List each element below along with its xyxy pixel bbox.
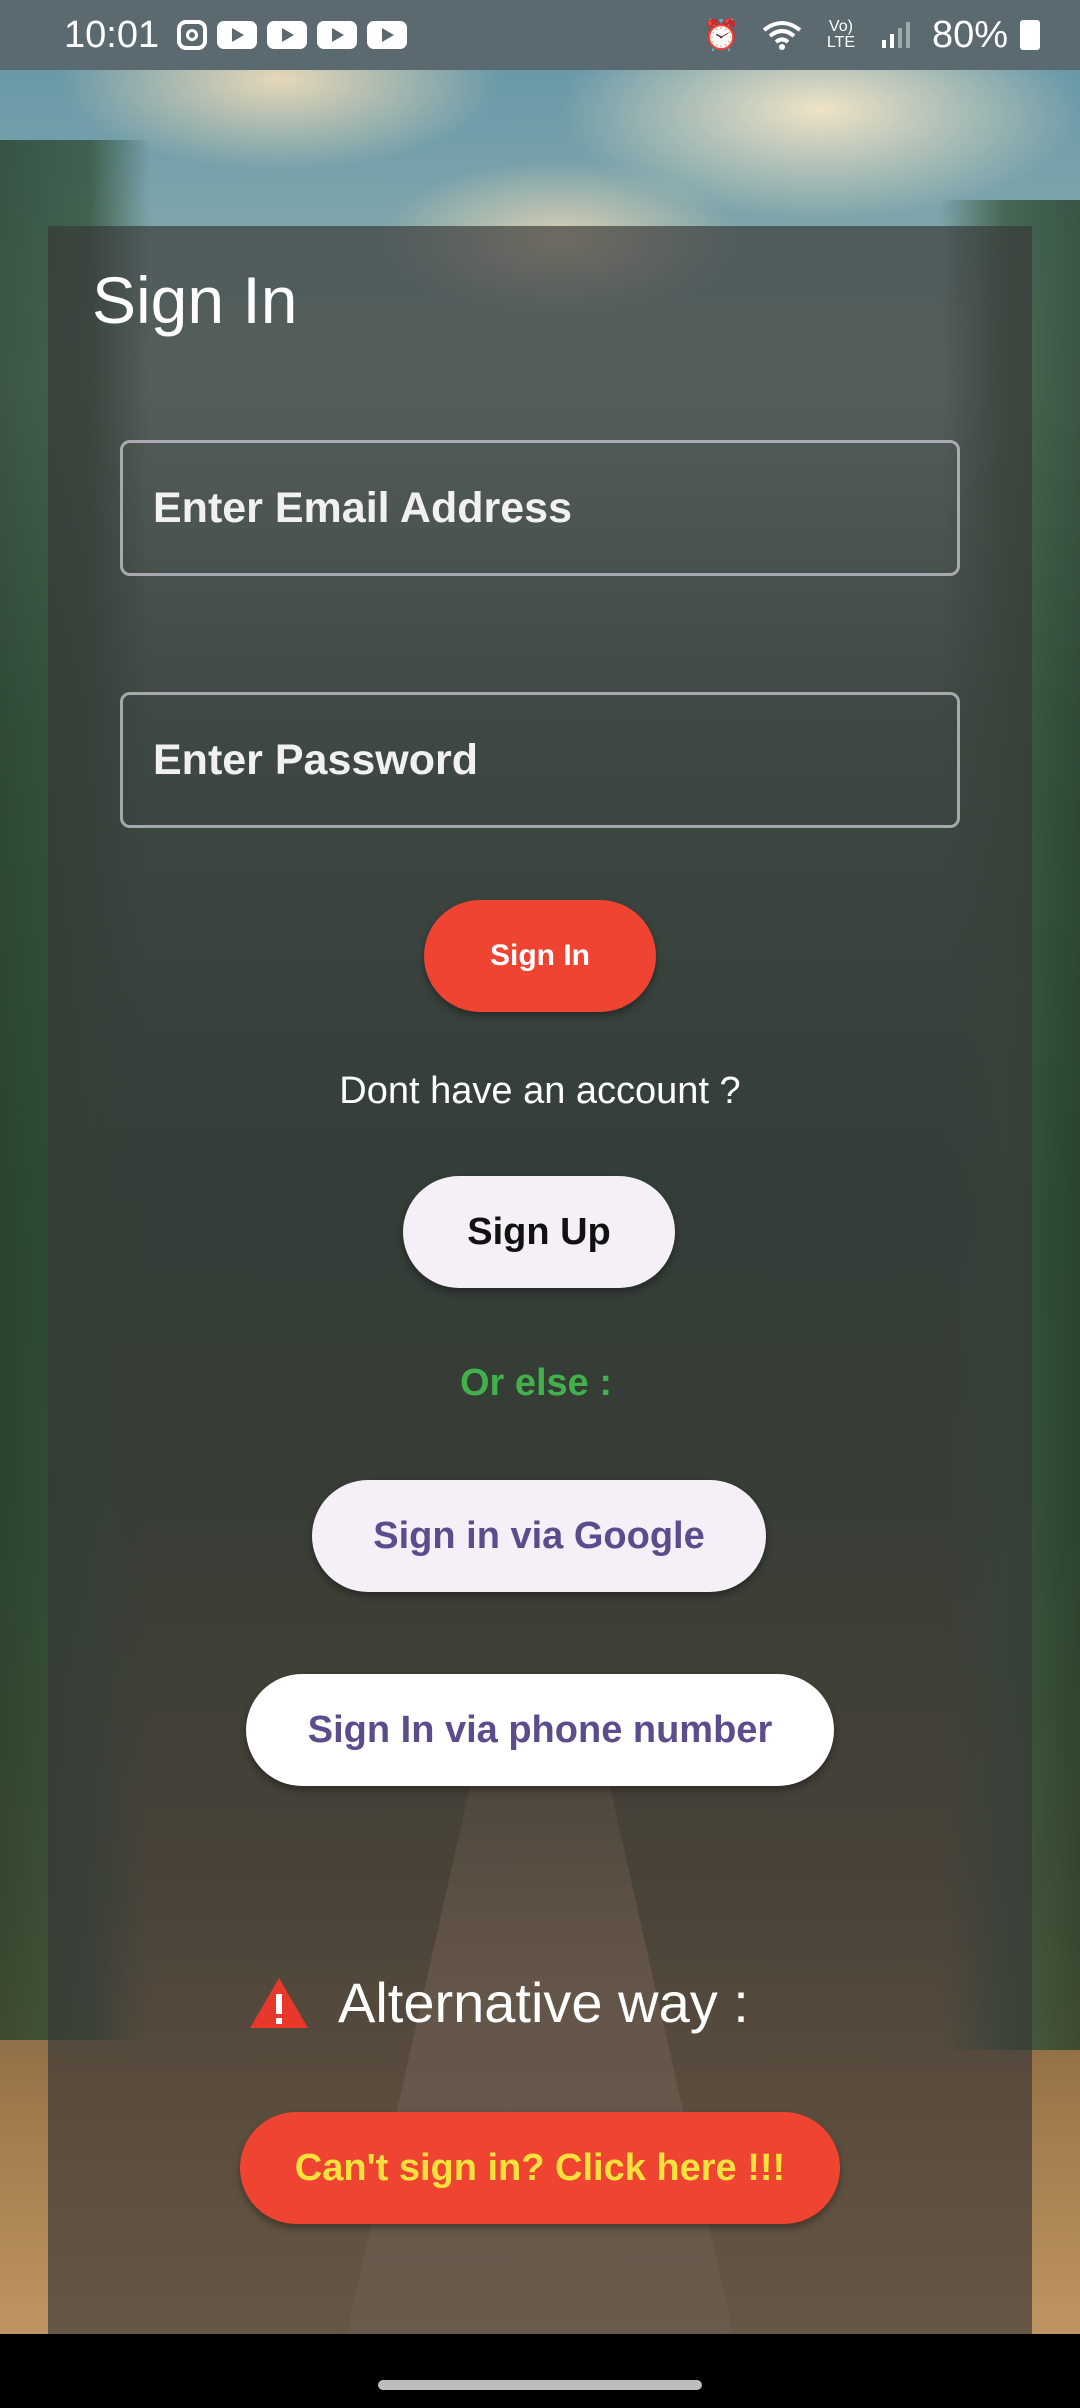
volte-icon: Vo) LTE — [826, 18, 856, 51]
sign-in-button[interactable]: Sign In — [424, 900, 656, 1012]
signal-icon — [881, 22, 910, 48]
phone-sign-in-button[interactable]: Sign In via phone number — [246, 1674, 834, 1786]
email-field[interactable] — [123, 482, 957, 534]
google-sign-in-button[interactable]: Sign in via Google — [312, 1480, 766, 1592]
no-account-text: Dont have an account ? — [339, 1070, 741, 1112]
home-gesture-handle[interactable] — [378, 2380, 702, 2390]
battery-level: 80% — [931, 13, 1008, 56]
or-else-text: Or else : — [459, 1362, 613, 1404]
youtube-icon — [217, 21, 258, 49]
instagram-icon — [177, 20, 208, 50]
notification-icons — [177, 20, 408, 50]
alarm-icon: ⏰ — [702, 18, 740, 52]
sign-up-button[interactable]: Sign Up — [403, 1176, 675, 1288]
wifi-icon — [762, 21, 802, 50]
battery-icon — [1020, 20, 1040, 50]
status-bar: 10:01 ⏰ Vo) LTE 80% — [0, 0, 1080, 70]
youtube-icon — [367, 21, 408, 49]
system-icons: ⏰ Vo) LTE 80% — [703, 14, 1040, 57]
page-title: Sign In — [92, 263, 298, 337]
status-time: 10:01 — [64, 13, 160, 56]
email-field-container — [120, 440, 960, 576]
alternative-way-row: Alternative way : — [248, 1970, 749, 2035]
warning-icon — [250, 1977, 308, 2028]
navigation-bar — [0, 2334, 1080, 2408]
alternative-way-text: Alternative way : — [338, 1971, 749, 2034]
youtube-icon — [267, 21, 308, 49]
password-field-container — [120, 692, 960, 828]
youtube-icon — [317, 21, 358, 49]
password-field[interactable] — [123, 734, 957, 786]
cant-sign-in-button[interactable]: Can't sign in? Click here !!! — [240, 2112, 840, 2224]
